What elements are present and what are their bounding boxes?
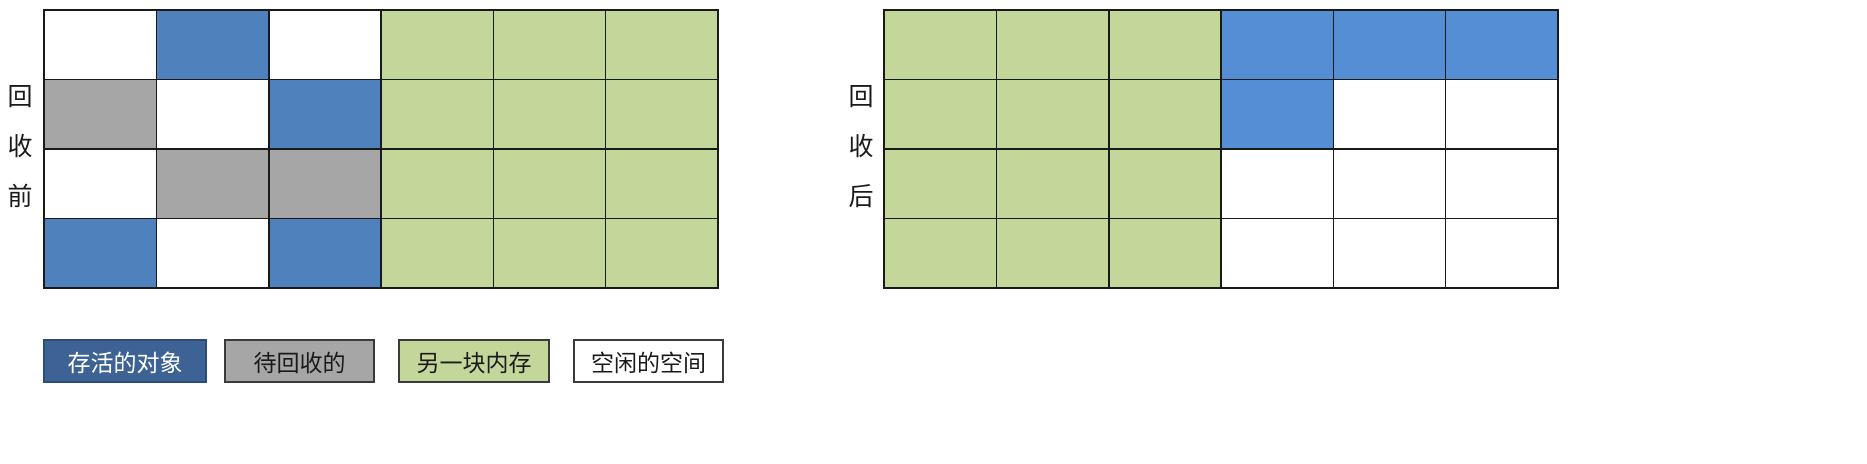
before-cell-alive: [269, 219, 381, 287]
before-cell-copy: [606, 219, 717, 287]
before-label-char-3: 前: [7, 182, 33, 211]
after-cell-free: [1446, 149, 1557, 218]
before-cell-copy: [606, 149, 717, 218]
before-cell-free: [269, 11, 381, 79]
after-cell-alive: [1221, 11, 1333, 79]
after-cell-free: [1221, 219, 1333, 287]
after-cell-free: [1334, 149, 1445, 218]
before-cell-copy: [606, 11, 717, 79]
before-cell-copy: [381, 80, 493, 149]
before-cell-alive: [45, 219, 156, 287]
after-cell-copy: [885, 219, 996, 287]
after-cell-alive: [1446, 11, 1557, 79]
after-cell-copy: [1109, 80, 1221, 149]
before-cell-copy: [381, 219, 493, 287]
before-cell-copy: [494, 219, 605, 287]
after-cell-free: [1446, 219, 1557, 287]
after-cell-free: [1446, 80, 1557, 149]
before-cell-free: [157, 80, 268, 149]
legend-to-be-collected: 待回收的: [224, 339, 375, 383]
legend-other-memory-block: 另一块内存: [398, 339, 550, 383]
after-label-char-2: 收: [848, 132, 874, 161]
after-cell-copy: [997, 149, 1108, 218]
before-cell-free: [45, 11, 156, 79]
before-label-char-2: 收: [7, 132, 33, 161]
before-cell-copy: [381, 149, 493, 218]
before-cell-garbage: [157, 149, 268, 218]
after-cell-copy: [1109, 219, 1221, 287]
before-cell-alive: [157, 11, 268, 79]
before-cell-copy: [494, 80, 605, 149]
after-cell-copy: [997, 219, 1108, 287]
after-cell-copy: [885, 11, 996, 79]
after-collection-grid-panel: [883, 9, 1559, 289]
after-collection-label: 回 收 后: [841, 72, 881, 222]
after-cell-alive: [1334, 11, 1445, 79]
before-cell-copy: [494, 149, 605, 218]
after-cell-alive: [1221, 80, 1333, 149]
after-cell-copy: [1109, 11, 1221, 79]
after-cell-free: [1334, 80, 1445, 149]
before-collection-grid: [43, 9, 719, 289]
before-collection-label: 回 收 前: [0, 72, 40, 222]
before-cell-free: [45, 149, 156, 218]
before-collection-grid-panel: [43, 9, 719, 289]
before-cell-copy: [494, 11, 605, 79]
before-cell-garbage: [269, 149, 381, 218]
before-cell-copy: [381, 11, 493, 79]
after-cell-copy: [997, 11, 1108, 79]
legend-free-space: 空闲的空间: [573, 339, 724, 383]
before-label-char-1: 回: [7, 82, 33, 111]
before-cell-alive: [269, 80, 381, 149]
before-cell-free: [157, 219, 268, 287]
after-cell-copy: [885, 149, 996, 218]
before-cell-copy: [606, 80, 717, 149]
after-cell-copy: [997, 80, 1108, 149]
after-cell-copy: [1109, 149, 1221, 218]
after-cell-free: [1334, 219, 1445, 287]
after-collection-grid: [883, 9, 1559, 289]
after-label-char-3: 后: [848, 182, 874, 211]
after-cell-copy: [885, 80, 996, 149]
legend-alive-objects: 存活的对象: [43, 339, 207, 383]
after-cell-free: [1221, 149, 1333, 218]
before-cell-garbage: [45, 80, 156, 149]
after-label-char-1: 回: [848, 82, 874, 111]
